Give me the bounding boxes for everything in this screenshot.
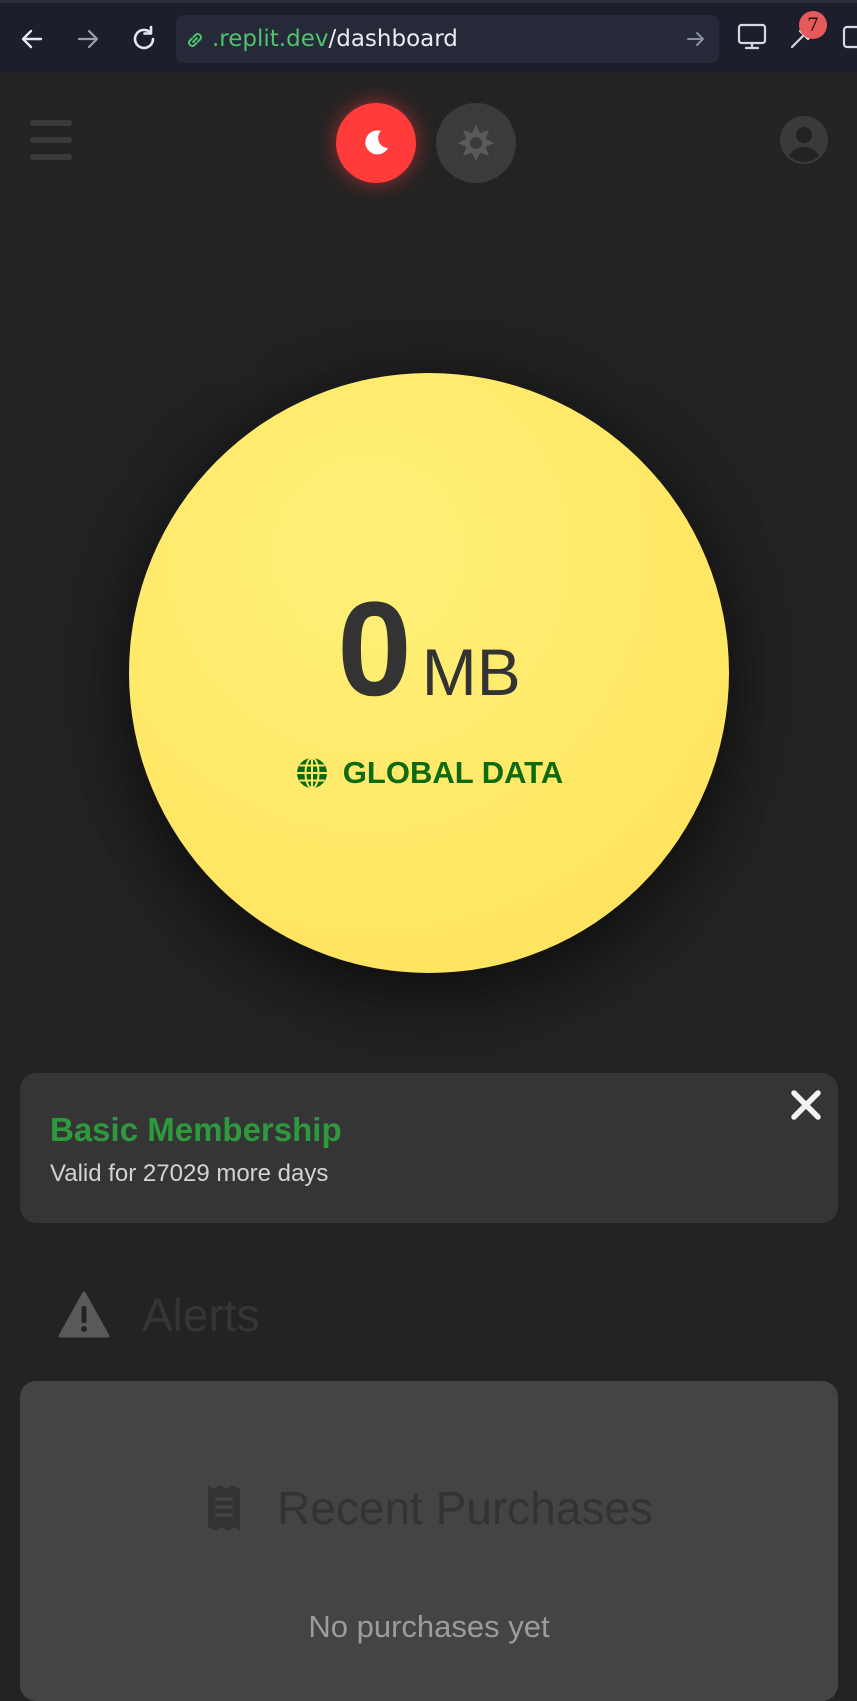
light-mode-button[interactable] — [436, 103, 516, 183]
go-arrow-icon[interactable] — [685, 28, 707, 50]
membership-validity: Valid for 27029 more days — [50, 1160, 329, 1187]
hamburger-line — [30, 120, 72, 126]
data-unit: MB — [421, 635, 521, 709]
url-text: .replit.dev/dashboard — [212, 26, 458, 52]
recent-purchases-card: Recent Purchases No purchases yet — [20, 1381, 838, 1701]
hamburger-line — [30, 137, 72, 143]
back-button[interactable] — [12, 19, 52, 59]
sun-icon — [458, 125, 494, 161]
extension-badge: 7 — [799, 11, 827, 39]
data-usage-meter: 0 MB GLOBAL DATA — [129, 373, 729, 973]
arrow-right-icon — [77, 29, 99, 49]
purchases-header: Recent Purchases — [20, 1481, 838, 1535]
forward-button[interactable] — [68, 19, 108, 59]
browser-toolbar: .replit.dev/dashboard 7 — [0, 0, 857, 72]
purchases-title: Recent Purchases — [277, 1482, 653, 1534]
receipt-icon — [208, 1485, 241, 1531]
dark-mode-button[interactable] — [336, 103, 416, 183]
data-label: GLOBAL DATA — [342, 755, 564, 790]
address-bar[interactable]: .replit.dev/dashboard — [176, 15, 719, 63]
url-path: /dashboard — [328, 26, 458, 52]
globe-icon — [296, 757, 327, 789]
open-tab-icon[interactable] — [842, 19, 857, 53]
purchases-empty-state: No purchases yet — [308, 1609, 550, 1644]
moon-icon — [365, 130, 388, 155]
close-icon — [791, 1090, 821, 1120]
reload-icon — [133, 25, 155, 50]
screen-icon[interactable] — [735, 19, 769, 53]
hamburger-line — [30, 154, 72, 160]
close-button[interactable] — [786, 1085, 826, 1125]
alerts-title: Alerts — [142, 1289, 260, 1341]
profile-button[interactable] — [780, 116, 828, 164]
url-domain: .replit.dev — [212, 26, 329, 52]
arrow-left-icon — [21, 29, 43, 49]
alerts-header: Alerts — [58, 1285, 260, 1345]
membership-card: Basic Membership Valid for 27029 more da… — [20, 1073, 838, 1223]
reload-button[interactable] — [124, 19, 164, 59]
menu-button[interactable] — [30, 120, 74, 160]
data-label-row: GLOBAL DATA — [129, 755, 729, 791]
data-amount: 0 MB — [129, 573, 729, 726]
link-icon — [188, 33, 202, 47]
user-icon — [780, 116, 828, 164]
warning-icon — [58, 1291, 110, 1338]
data-value: 0 — [337, 575, 412, 724]
membership-title: Basic Membership — [50, 1111, 342, 1148]
